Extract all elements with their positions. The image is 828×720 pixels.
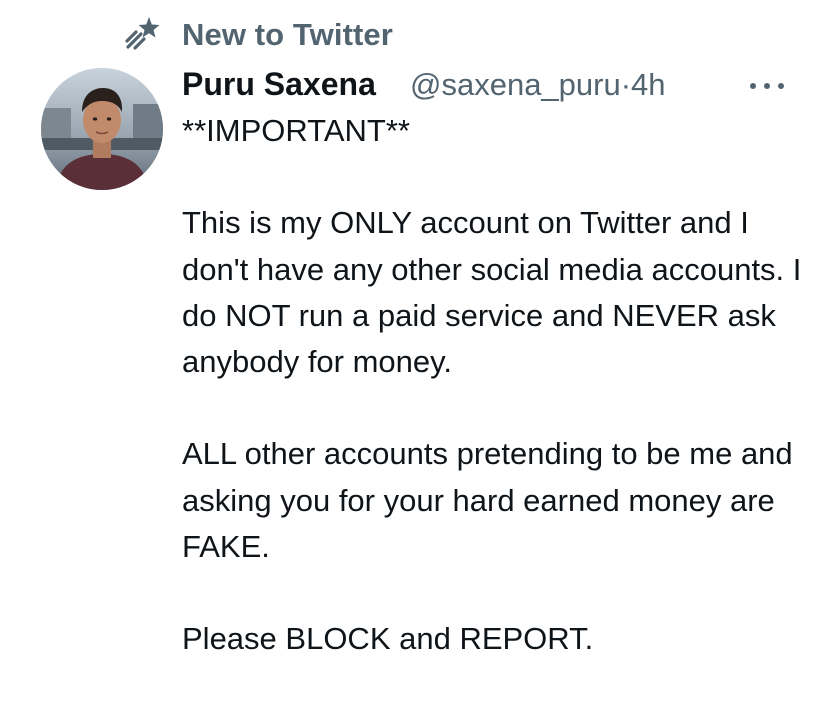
author-meta: @saxena_puru·4h xyxy=(410,67,666,103)
shooting-star-icon xyxy=(125,17,160,50)
author-name[interactable]: Puru Saxena xyxy=(182,66,376,103)
tweet-paragraph: **IMPORTANT** xyxy=(182,113,410,148)
avatar-photo xyxy=(41,68,163,190)
tweet-timestamp[interactable]: 4h xyxy=(631,67,665,102)
meta-separator: · xyxy=(620,67,632,102)
tweet-paragraph: Please BLOCK and REPORT. xyxy=(182,621,594,657)
more-horizontal-icon[interactable] xyxy=(750,72,784,100)
tweet-header: Puru Saxena @saxena_puru·4h xyxy=(182,64,828,108)
tweet-paragraph: ALL other accounts pretending to be me a… xyxy=(182,436,793,564)
tweet-paragraph: This is my ONLY account on Twitter and I… xyxy=(182,205,802,379)
more-dot xyxy=(764,83,770,89)
more-dot xyxy=(778,83,784,89)
tweet-text: **IMPORTANT** This is my ONLY account on… xyxy=(182,108,812,662)
social-context: New to Twitter xyxy=(122,12,393,56)
author-handle[interactable]: @saxena_puru xyxy=(410,67,621,102)
avatar[interactable] xyxy=(41,68,163,190)
social-context-label: New to Twitter xyxy=(182,17,393,52)
more-dot xyxy=(750,83,756,89)
